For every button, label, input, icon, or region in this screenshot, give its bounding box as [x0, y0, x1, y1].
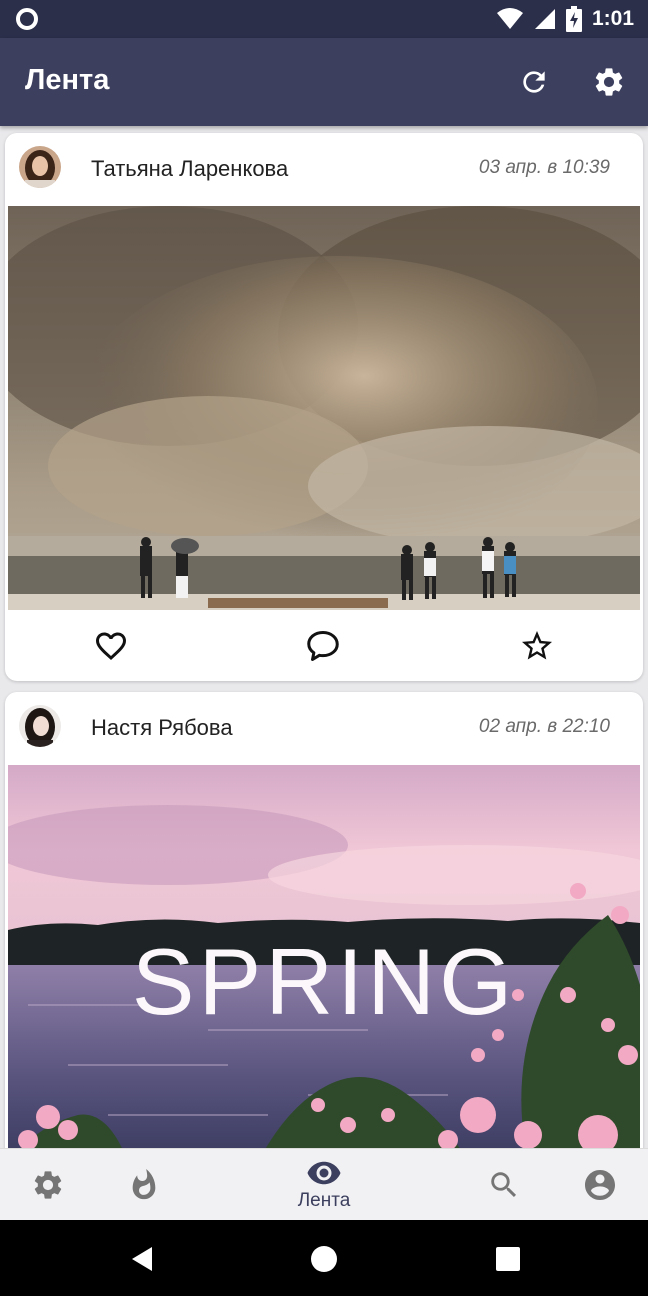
post-photo-caption: SPRING	[131, 929, 517, 1034]
nav-feed[interactable]: Лента	[282, 1149, 366, 1221]
heart-icon[interactable]	[93, 628, 129, 664]
post-date: 03 апр. в 10:39	[478, 157, 610, 178]
page-title: Лента	[25, 64, 110, 96]
avatar[interactable]	[19, 146, 61, 188]
nav-hot[interactable]	[118, 1149, 170, 1221]
post-photo[interactable]	[8, 206, 640, 610]
signal-icon	[534, 9, 555, 29]
feed-post: Настя Рябова 02 апр. в 22:10 SPRING	[5, 692, 643, 1148]
status-bar: 1:01	[0, 0, 648, 38]
settings-icon	[34, 1171, 62, 1199]
comment-icon[interactable]	[305, 628, 341, 664]
nav-settings[interactable]	[22, 1149, 74, 1221]
wifi-icon	[496, 8, 523, 29]
feed-post: Татьяна Ларенкова 03 апр. в 10:39	[5, 133, 643, 681]
nav-feed-label: Лента	[297, 1190, 351, 1211]
bottom-navigation: Лента	[0, 1148, 648, 1220]
recents-icon[interactable]	[493, 1244, 523, 1274]
account-icon	[585, 1170, 615, 1200]
fire-icon	[132, 1168, 156, 1200]
star-icon[interactable]	[519, 628, 555, 664]
avatar[interactable]	[19, 705, 61, 747]
post-photo[interactable]: SPRING	[8, 765, 640, 1148]
nav-search[interactable]	[478, 1149, 530, 1221]
eye-icon	[307, 1161, 341, 1185]
feed-list[interactable]: Татьяна Ларенкова 03 апр. в 10:39 Настя …	[0, 126, 648, 1148]
nav-profile[interactable]	[574, 1149, 626, 1221]
settings-gear-icon[interactable]	[592, 65, 626, 99]
post-author[interactable]: Татьяна Ларенкова	[91, 156, 288, 182]
back-icon[interactable]	[128, 1244, 158, 1274]
refresh-icon[interactable]	[518, 66, 550, 98]
clock: 1:01	[591, 7, 634, 30]
post-author[interactable]: Настя Рябова	[91, 715, 233, 741]
home-icon[interactable]	[309, 1244, 339, 1274]
system-navigation-bar	[0, 1220, 648, 1296]
battery-charging-icon	[565, 6, 582, 32]
search-icon	[491, 1172, 517, 1198]
post-actions	[5, 610, 643, 680]
status-icons: 1:01	[496, 6, 634, 32]
app-bar: Лента	[0, 38, 648, 126]
notification-indicator-icon	[16, 8, 38, 30]
post-date: 02 апр. в 22:10	[478, 716, 610, 737]
